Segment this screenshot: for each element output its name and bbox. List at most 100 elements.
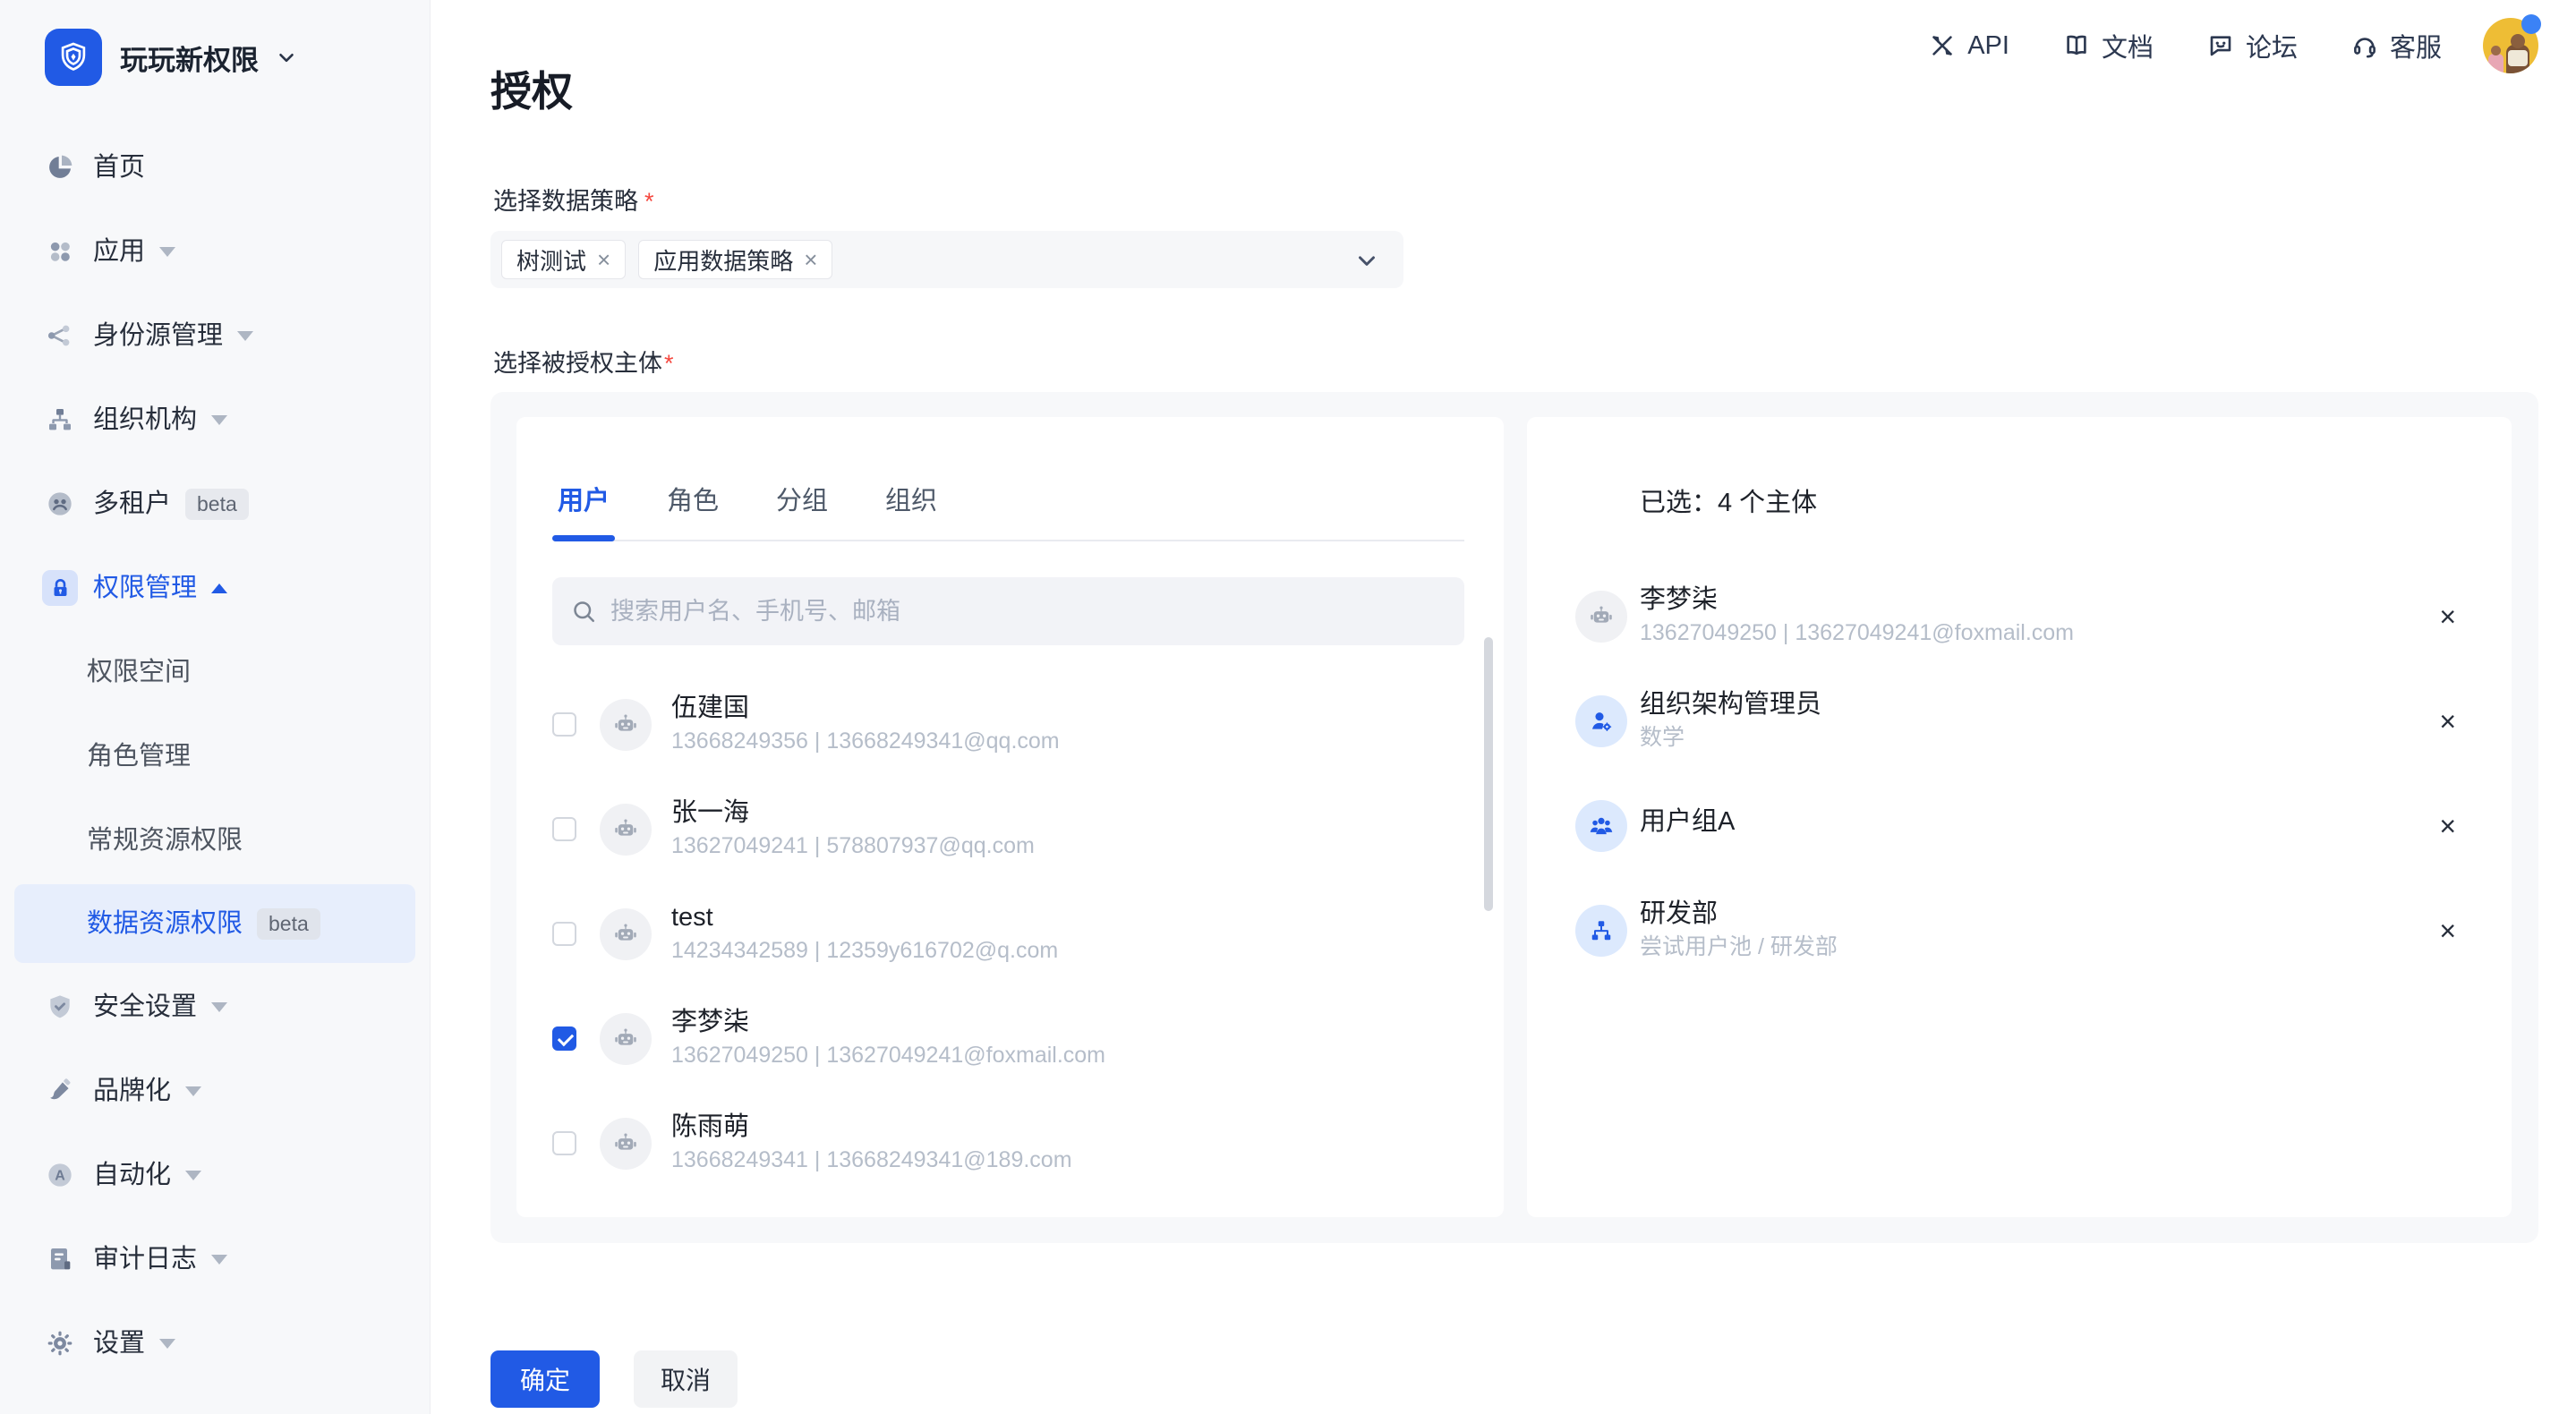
sidebar-item-branding[interactable]: 品牌化 — [0, 1049, 430, 1133]
sidebar-item-organization[interactable]: 组织机构 — [0, 378, 430, 462]
user-checkbox[interactable] — [552, 1026, 576, 1051]
user-checkbox[interactable] — [552, 1131, 576, 1155]
sidebar-subitem-permission-spaces[interactable]: 权限空间 — [0, 630, 430, 714]
sidebar-item-automation[interactable]: A 自动化 — [0, 1133, 430, 1217]
search-icon — [570, 598, 597, 625]
user-name: test — [671, 904, 1058, 933]
chevron-down-icon — [159, 247, 175, 257]
headset-icon — [2351, 32, 2378, 59]
tab-groups[interactable]: 分组 — [776, 489, 828, 540]
share-nodes-icon — [45, 320, 75, 351]
required-mark: * — [644, 188, 654, 215]
api-link[interactable]: API — [1929, 31, 2009, 61]
chevron-down-icon — [237, 331, 253, 341]
chevron-down-icon — [159, 1339, 175, 1349]
remove-subject-button[interactable]: × — [2439, 916, 2456, 945]
subject-name: 李梦柒 — [1640, 586, 2074, 615]
policy-tag-label: 树测试 — [516, 243, 586, 277]
required-mark: * — [664, 350, 674, 377]
topbar: API 文档 论坛 客服 — [1875, 18, 2538, 73]
book-icon — [2063, 32, 2090, 59]
apps-icon — [45, 236, 75, 267]
home-dashboard-icon — [45, 152, 75, 183]
user-name: 李梦柒 — [671, 1009, 1105, 1037]
beta-badge: beta — [185, 489, 249, 520]
chevron-down-icon — [211, 415, 227, 425]
sidebar-subitem-data-resource-permissions[interactable]: 数据资源权限 beta — [14, 884, 415, 963]
remove-subject-button[interactable]: × — [2439, 812, 2456, 840]
tools-icon — [1929, 32, 1956, 59]
sidebar-item-permission-management[interactable]: 权限管理 — [0, 546, 430, 630]
subject-picker-card: 用户 角色 分组 组织 伍建国 13 — [516, 417, 1504, 1217]
sidebar-item-security-settings[interactable]: 安全设置 — [0, 965, 430, 1049]
sidebar-item-settings[interactable]: 设置 — [0, 1301, 430, 1385]
user-checkbox[interactable] — [552, 922, 576, 946]
chat-bubble-icon — [2207, 32, 2234, 59]
shield-check-icon — [45, 992, 75, 1022]
confirm-button[interactable]: 确定 — [490, 1350, 600, 1408]
policy-tag: 树测试 × — [501, 240, 626, 279]
user-meta: 13668249356 | 13668249341@qq.com — [671, 729, 1060, 754]
tab-organizations[interactable]: 组织 — [885, 489, 937, 540]
sidebar-item-label: 应用 — [93, 239, 145, 265]
cancel-button[interactable]: 取消 — [634, 1350, 738, 1408]
role-avatar-icon — [1575, 695, 1627, 747]
tab-users[interactable]: 用户 — [558, 489, 610, 540]
policy-field-label: 选择数据策略* — [493, 182, 654, 217]
sidebar-item-audit-logs[interactable]: 审计日志 — [0, 1217, 430, 1301]
department-avatar-icon — [1575, 905, 1627, 957]
user-name: 伍建国 — [671, 694, 1060, 723]
search-input[interactable] — [610, 598, 1446, 626]
user-row[interactable]: test 14234342589 | 12359y616702@q.com — [552, 882, 1464, 986]
robot-avatar-icon — [1575, 591, 1627, 643]
selected-subject-row: 用户组A × — [1575, 773, 2456, 878]
sidebar-subitem-general-resource-permissions[interactable]: 常规资源权限 — [0, 798, 430, 882]
paintbrush-icon — [45, 1076, 75, 1106]
user-row[interactable]: 李梦柒 13627049250 | 13627049241@foxmail.co… — [552, 986, 1464, 1091]
chevron-down-icon — [185, 1086, 201, 1096]
sidebar-subitem-role-management[interactable]: 角色管理 — [0, 714, 430, 798]
sidebar-item-multi-tenant[interactable]: 多租户 beta — [0, 462, 430, 546]
subject-field-label: 选择被授权主体* — [493, 344, 674, 379]
sidebar-item-identity-sources[interactable]: 身份源管理 — [0, 294, 430, 378]
user-checkbox[interactable] — [552, 817, 576, 841]
support-link[interactable]: 客服 — [2351, 27, 2442, 64]
user-row[interactable]: 陈雨萌 13668249341 | 13668249341@189.com — [552, 1091, 1464, 1196]
remove-subject-button[interactable]: × — [2439, 602, 2456, 631]
forum-link[interactable]: 论坛 — [2207, 27, 2298, 64]
robot-avatar-icon — [600, 804, 652, 856]
sidebar-item-apps[interactable]: 应用 — [0, 209, 430, 294]
remove-tag-icon[interactable]: × — [597, 248, 610, 271]
list-scrollbar[interactable] — [1484, 637, 1493, 911]
automation-icon: A — [45, 1160, 75, 1190]
form-actions: 确定 取消 — [490, 1350, 738, 1408]
api-link-label: API — [1967, 31, 2009, 61]
user-checkbox[interactable] — [552, 712, 576, 737]
sidebar-item-home[interactable]: 首页 — [0, 125, 430, 209]
chevron-down-icon — [275, 46, 298, 69]
forum-link-label: 论坛 — [2246, 27, 2298, 64]
docs-link[interactable]: 文档 — [2063, 27, 2154, 64]
group-avatar-icon — [1575, 800, 1627, 852]
user-row[interactable]: 伍建国 13668249356 | 13668249341@qq.com — [552, 672, 1464, 777]
chevron-up-icon — [211, 583, 227, 593]
tab-roles[interactable]: 角色 — [667, 489, 719, 540]
subject-name: 用户组A — [1640, 808, 1735, 837]
workspace-logo — [45, 29, 102, 86]
remove-tag-icon[interactable]: × — [804, 248, 817, 271]
user-search — [552, 577, 1464, 645]
subject-type-tabs: 用户 角色 分组 组织 — [558, 489, 1464, 541]
remove-subject-button[interactable]: × — [2439, 707, 2456, 736]
user-name: 张一海 — [671, 799, 1035, 828]
user-avatar[interactable] — [2483, 18, 2538, 73]
audit-log-icon — [45, 1244, 75, 1274]
selected-subject-row: 组织架构管理员 数学 × — [1575, 669, 2456, 773]
policy-multiselect[interactable]: 树测试 × 应用数据策略 × — [490, 231, 1403, 288]
sidebar-item-label: 组织机构 — [93, 407, 197, 433]
user-meta: 13627049250 | 13627049241@foxmail.com — [671, 1043, 1105, 1069]
workspace-switcher[interactable]: 玩玩新权限 — [45, 29, 298, 86]
user-meta: 14234342589 | 12359y616702@q.com — [671, 939, 1058, 964]
user-row[interactable]: 张一海 13627049241 | 578807937@qq.com — [552, 777, 1464, 882]
sidebar-item-label: 身份源管理 — [93, 323, 223, 349]
org-tree-icon — [45, 405, 75, 435]
